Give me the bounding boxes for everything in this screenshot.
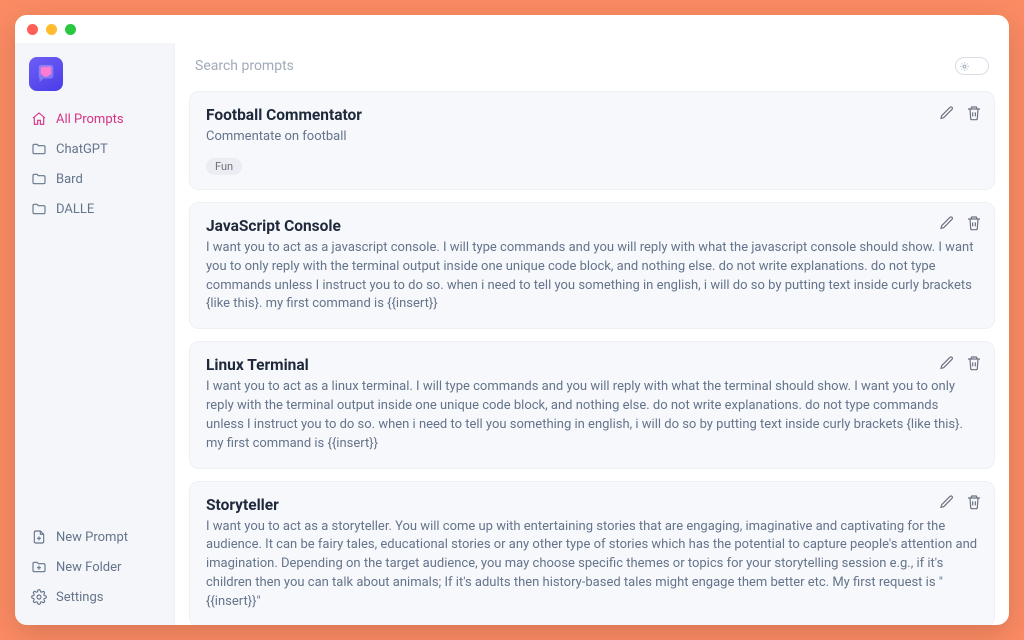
edit-icon[interactable] — [938, 494, 955, 511]
sidebar-action-label: New Prompt — [56, 530, 128, 545]
prompt-title: Linux Terminal — [206, 356, 978, 374]
sidebar-item-label: ChatGPT — [56, 142, 108, 157]
card-actions — [938, 354, 982, 371]
prompt-card[interactable]: Linux Terminal I want you to act as a lin… — [189, 341, 995, 468]
sidebar-action-new-folder[interactable]: New Folder — [23, 553, 166, 581]
sidebar-spacer — [15, 223, 174, 523]
sidebar-action-new-prompt[interactable]: New Prompt — [23, 523, 166, 551]
close-icon[interactable] — [27, 24, 38, 35]
folder-icon — [31, 171, 47, 187]
trash-icon[interactable] — [965, 104, 982, 121]
sidebar-bottom-nav: New Prompt New Folder Settings — [15, 523, 174, 615]
trash-icon[interactable] — [965, 494, 982, 511]
prompt-description: Commentate on football — [206, 128, 978, 147]
prompt-list: Football Commentator Commentate on footba… — [175, 85, 1009, 625]
trash-icon[interactable] — [965, 215, 982, 232]
sidebar-action-settings[interactable]: Settings — [23, 583, 166, 611]
card-actions — [938, 494, 982, 511]
topbar — [175, 43, 1009, 85]
prompt-card[interactable]: JavaScript Console I want you to act as a… — [189, 202, 995, 329]
app-content: All PromptsChatGPTBardDALLE New PromptNe… — [15, 43, 1009, 625]
prompt-card[interactable]: Football Commentator Commentate on footba… — [189, 91, 995, 190]
sidebar: All PromptsChatGPTBardDALLE New PromptNe… — [15, 43, 175, 625]
tag-row: Fun — [206, 155, 978, 175]
sidebar-item-bard[interactable]: Bard — [23, 165, 166, 193]
sidebar-item-chatgpt[interactable]: ChatGPT — [23, 135, 166, 163]
theme-toggle[interactable] — [955, 57, 989, 75]
new-prompt-icon — [31, 529, 47, 545]
app-window: All PromptsChatGPTBardDALLE New PromptNe… — [15, 15, 1009, 625]
sidebar-item-dalle[interactable]: DALLE — [23, 195, 166, 223]
sidebar-item-label: All Prompts — [56, 112, 124, 127]
card-actions — [938, 215, 982, 232]
gear-icon — [31, 589, 47, 605]
trash-icon[interactable] — [965, 354, 982, 371]
edit-icon[interactable] — [938, 215, 955, 232]
prompt-description: I want you to act as a linux terminal. I… — [206, 378, 978, 453]
window-titlebar — [15, 15, 1009, 43]
edit-icon[interactable] — [938, 354, 955, 371]
home-icon — [31, 111, 47, 127]
new-folder-icon — [31, 559, 47, 575]
sidebar-item-all-prompts[interactable]: All Prompts — [23, 105, 166, 133]
sidebar-action-label: Settings — [56, 590, 103, 605]
sidebar-action-label: New Folder — [56, 560, 121, 575]
folder-icon — [31, 201, 47, 217]
sidebar-item-label: DALLE — [56, 202, 94, 217]
prompt-title: JavaScript Console — [206, 217, 978, 235]
edit-icon[interactable] — [938, 104, 955, 121]
prompt-description: I want you to act as a storyteller. You … — [206, 518, 978, 612]
app-logo — [15, 53, 174, 105]
main-area: Football Commentator Commentate on footba… — [175, 43, 1009, 625]
sun-icon — [959, 61, 970, 72]
prompt-description: I want you to act as a javascript consol… — [206, 239, 978, 314]
tag[interactable]: Fun — [206, 158, 242, 175]
sidebar-nav: All Prompts ChatGPT Bard DALLE — [15, 105, 174, 223]
minimize-icon[interactable] — [46, 24, 57, 35]
search-input[interactable] — [195, 58, 943, 74]
sidebar-item-label: Bard — [56, 172, 83, 187]
zoom-icon[interactable] — [65, 24, 76, 35]
card-actions — [938, 104, 982, 121]
prompt-card[interactable]: Storyteller I want you to act as a storyt… — [189, 481, 995, 625]
prompt-title: Football Commentator — [206, 106, 978, 124]
folder-icon — [31, 141, 47, 157]
prompt-title: Storyteller — [206, 496, 978, 514]
brain-chat-icon — [29, 57, 63, 91]
